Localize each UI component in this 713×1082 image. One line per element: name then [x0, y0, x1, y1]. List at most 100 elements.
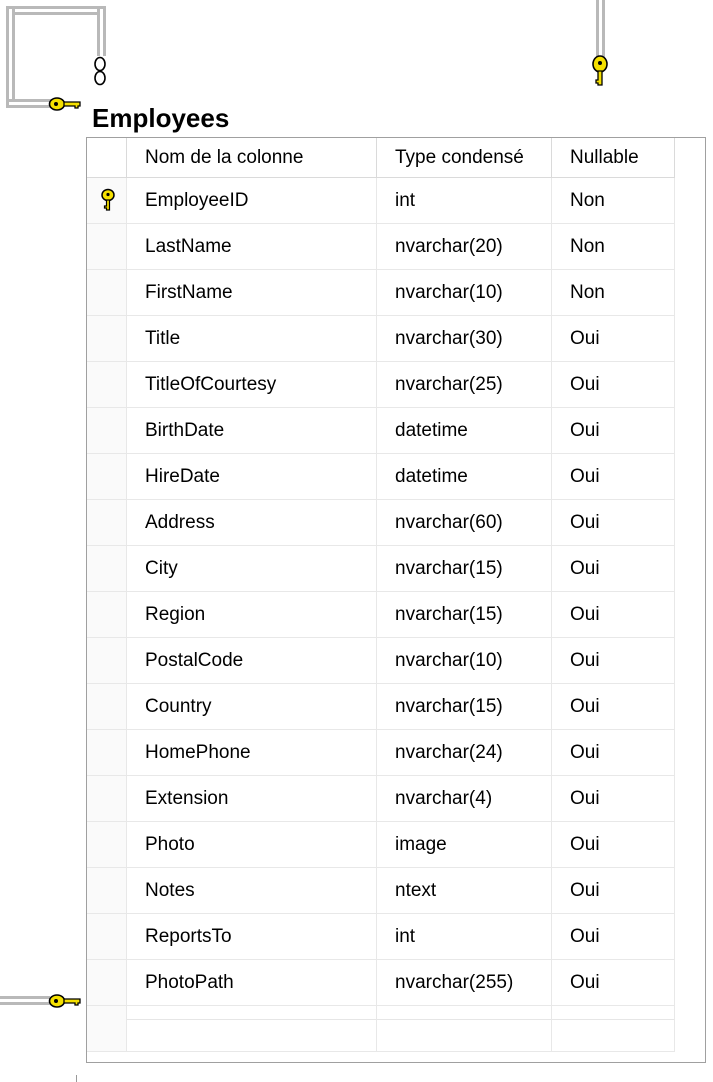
cell-column-type[interactable]: nvarchar(24)	[377, 730, 552, 776]
cell-column-name[interactable]: HireDate	[127, 454, 377, 500]
cell-column-name[interactable]: ReportsTo	[127, 914, 377, 960]
cell-column-nullable[interactable]: Oui	[552, 914, 675, 960]
cell-column-type[interactable]: ntext	[377, 868, 552, 914]
table-row[interactable]: HomePhone nvarchar(24) Oui	[87, 730, 675, 776]
table-row[interactable]: LastName nvarchar(20) Non	[87, 224, 675, 270]
cell-column-type[interactable]: nvarchar(15)	[377, 684, 552, 730]
cell-column-name[interactable]: Title	[127, 316, 377, 362]
table-row[interactable]: Country nvarchar(15) Oui	[87, 684, 675, 730]
table-row[interactable]: TitleOfCourtesy nvarchar(25) Oui	[87, 362, 675, 408]
cell-column-name[interactable]: PostalCode	[127, 638, 377, 684]
cell-column-nullable[interactable]: Oui	[552, 638, 675, 684]
table-row[interactable]: Title nvarchar(30) Oui	[87, 316, 675, 362]
cell-column-name[interactable]: FirstName	[127, 270, 377, 316]
row-selector[interactable]	[87, 270, 127, 316]
table-row[interactable]: BirthDate datetime Oui	[87, 408, 675, 454]
cell-column-nullable[interactable]: Non	[552, 224, 675, 270]
row-selector[interactable]	[87, 408, 127, 454]
cell-column-nullable[interactable]: Oui	[552, 546, 675, 592]
row-selector[interactable]	[87, 822, 127, 868]
cell-column-name[interactable]: EmployeeID	[127, 178, 377, 224]
cell-column-type[interactable]: datetime	[377, 454, 552, 500]
row-selector[interactable]	[87, 868, 127, 914]
cell-column-nullable[interactable]: Oui	[552, 500, 675, 546]
cell-column-type[interactable]	[377, 1006, 552, 1052]
cell-column-nullable[interactable]: Oui	[552, 960, 675, 1006]
table-row[interactable]: Region nvarchar(15) Oui	[87, 592, 675, 638]
row-selector[interactable]	[87, 960, 127, 1006]
cell-column-nullable[interactable]: Oui	[552, 822, 675, 868]
row-selector[interactable]	[87, 1006, 127, 1052]
row-selector[interactable]	[87, 454, 127, 500]
row-selector[interactable]	[87, 914, 127, 960]
cell-column-type[interactable]: image	[377, 822, 552, 868]
cell-column-nullable[interactable]: Oui	[552, 362, 675, 408]
cell-column-type[interactable]: nvarchar(255)	[377, 960, 552, 1006]
row-selector[interactable]	[87, 592, 127, 638]
cell-column-name[interactable]: Notes	[127, 868, 377, 914]
cell-column-name[interactable]: Photo	[127, 822, 377, 868]
cell-column-nullable[interactable]: Non	[552, 178, 675, 224]
cell-column-type[interactable]: nvarchar(30)	[377, 316, 552, 362]
table-title[interactable]: Employees	[92, 100, 229, 136]
cell-column-name[interactable]: PhotoPath	[127, 960, 377, 1006]
cell-column-nullable[interactable]: Oui	[552, 776, 675, 822]
row-selector[interactable]	[87, 362, 127, 408]
cell-column-type[interactable]: nvarchar(10)	[377, 270, 552, 316]
cell-column-type[interactable]: nvarchar(15)	[377, 546, 552, 592]
row-selector[interactable]	[87, 546, 127, 592]
row-selector[interactable]	[87, 730, 127, 776]
cell-column-type[interactable]: nvarchar(25)	[377, 362, 552, 408]
table-row[interactable]: FirstName nvarchar(10) Non	[87, 270, 675, 316]
cell-column-nullable[interactable]: Oui	[552, 592, 675, 638]
row-selector[interactable]	[87, 224, 127, 270]
column-grid[interactable]: Nom de la colonne Type condensé Nullable…	[86, 137, 706, 1063]
cell-column-name[interactable]: BirthDate	[127, 408, 377, 454]
table-row[interactable]: Notes ntext Oui	[87, 868, 675, 914]
cell-column-name[interactable]	[127, 1006, 377, 1052]
cell-column-name[interactable]: HomePhone	[127, 730, 377, 776]
cell-column-type[interactable]: nvarchar(4)	[377, 776, 552, 822]
table-row[interactable]: PhotoPath nvarchar(255) Oui	[87, 960, 675, 1006]
table-row[interactable]	[87, 1006, 675, 1052]
cell-column-type[interactable]: datetime	[377, 408, 552, 454]
row-selector[interactable]	[87, 178, 127, 224]
cell-column-name[interactable]: Extension	[127, 776, 377, 822]
cell-column-type[interactable]: int	[377, 178, 552, 224]
cell-column-nullable[interactable]: Non	[552, 270, 675, 316]
table-row[interactable]: City nvarchar(15) Oui	[87, 546, 675, 592]
table-row[interactable]: HireDate datetime Oui	[87, 454, 675, 500]
cell-column-type[interactable]: nvarchar(15)	[377, 592, 552, 638]
cell-column-nullable[interactable]: Oui	[552, 316, 675, 362]
cell-column-nullable[interactable]: Oui	[552, 408, 675, 454]
table-row[interactable]: Extension nvarchar(4) Oui	[87, 776, 675, 822]
row-selector[interactable]	[87, 638, 127, 684]
cell-column-type[interactable]: nvarchar(60)	[377, 500, 552, 546]
cell-column-type[interactable]: nvarchar(20)	[377, 224, 552, 270]
cell-column-nullable[interactable]: Oui	[552, 454, 675, 500]
cell-column-nullable[interactable]: Oui	[552, 868, 675, 914]
cell-column-name[interactable]: Region	[127, 592, 377, 638]
cell-column-nullable[interactable]: Oui	[552, 684, 675, 730]
row-selector[interactable]	[87, 500, 127, 546]
header-column-name[interactable]: Nom de la colonne	[127, 138, 377, 178]
table-row[interactable]: Photo image Oui	[87, 822, 675, 868]
header-column-type[interactable]: Type condensé	[377, 138, 552, 178]
cell-column-type[interactable]: int	[377, 914, 552, 960]
table-row[interactable]: Address nvarchar(60) Oui	[87, 500, 675, 546]
row-selector[interactable]	[87, 316, 127, 362]
cell-column-nullable[interactable]: Oui	[552, 730, 675, 776]
cell-column-type[interactable]: nvarchar(10)	[377, 638, 552, 684]
cell-column-name[interactable]: City	[127, 546, 377, 592]
row-selector[interactable]	[87, 684, 127, 730]
cell-column-name[interactable]: LastName	[127, 224, 377, 270]
table-row[interactable]: PostalCode nvarchar(10) Oui	[87, 638, 675, 684]
cell-column-nullable[interactable]	[552, 1006, 675, 1052]
row-selector[interactable]	[87, 776, 127, 822]
table-row[interactable]: ReportsTo int Oui	[87, 914, 675, 960]
table-row[interactable]: EmployeeID int Non	[87, 178, 675, 224]
cell-column-name[interactable]: TitleOfCourtesy	[127, 362, 377, 408]
cell-column-name[interactable]: Country	[127, 684, 377, 730]
header-column-nullable[interactable]: Nullable	[552, 138, 675, 178]
cell-column-name[interactable]: Address	[127, 500, 377, 546]
